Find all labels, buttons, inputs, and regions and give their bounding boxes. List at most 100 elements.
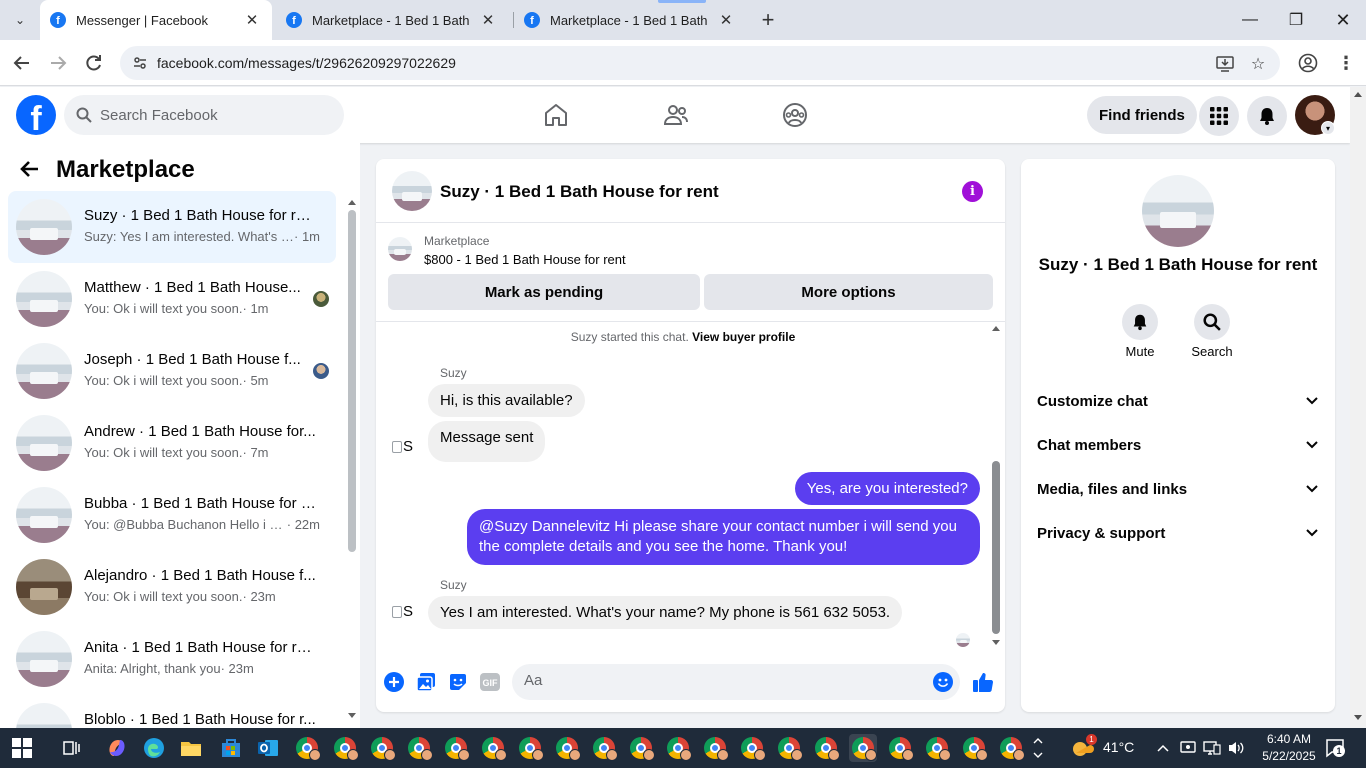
thumbs-up-icon[interactable]: [972, 671, 994, 693]
bookmark-star-icon[interactable]: ☆: [1247, 53, 1269, 75]
facebook-logo-icon[interactable]: f: [16, 95, 56, 135]
conversation-item[interactable]: Joseph · 1 Bed 1 Bath House f... You: Ok…: [8, 335, 336, 407]
page-scrollbar[interactable]: [1350, 87, 1366, 728]
windows-start-icon[interactable]: [12, 738, 32, 758]
chrome-profile-icon[interactable]: [923, 734, 951, 762]
mark-as-pending-button[interactable]: Mark as pending: [388, 274, 700, 310]
chrome-profile-icon[interactable]: [775, 734, 803, 762]
restore-icon[interactable]: ❐: [1284, 8, 1308, 32]
notification-center-icon[interactable]: 1: [1325, 738, 1345, 758]
message-outgoing[interactable]: @Suzy Dannelevitz Hi please share your c…: [467, 509, 980, 565]
chrome-profile-icon[interactable]: [960, 734, 988, 762]
chrome-profile-icon[interactable]: [368, 734, 396, 762]
facebook-search[interactable]: [64, 95, 344, 135]
find-friends-button[interactable]: Find friends: [1087, 96, 1197, 134]
scroll-up-icon[interactable]: [991, 324, 1001, 332]
task-view-icon[interactable]: [58, 734, 86, 762]
back-arrow-icon[interactable]: [20, 158, 40, 186]
privacy-support-row[interactable]: Privacy & support: [1029, 511, 1327, 555]
edge-browser-icon[interactable]: [140, 734, 168, 762]
add-plus-icon[interactable]: [383, 671, 405, 693]
tab-messenger[interactable]: f Messenger | Facebook ✕: [40, 0, 272, 40]
copilot-icon[interactable]: [103, 734, 131, 762]
outlook-icon[interactable]: [254, 734, 282, 762]
menu-grid-icon[interactable]: [1199, 96, 1239, 136]
message-input-box[interactable]: [512, 664, 960, 700]
close-tab-icon[interactable]: ✕: [480, 11, 496, 29]
tab-marketplace-2[interactable]: f Marketplace - 1 Bed 1 Bath Hou ✕: [514, 0, 746, 40]
chrome-profile-icon[interactable]: [442, 734, 470, 762]
file-explorer-icon[interactable]: [177, 734, 205, 762]
mute-button[interactable]: Mute: [1110, 304, 1170, 359]
emoji-icon[interactable]: [932, 671, 954, 693]
conversation-item[interactable]: Anita · 1 Bed 1 Bath House for rent Anit…: [8, 623, 336, 695]
view-buyer-profile-link[interactable]: View buyer profile: [692, 330, 795, 344]
more-options-button[interactable]: More options: [704, 274, 993, 310]
chrome-profile-icon[interactable]: [405, 734, 433, 762]
media-files-links-row[interactable]: Media, files and links: [1029, 467, 1327, 511]
friends-icon[interactable]: [661, 100, 691, 130]
sticker-icon[interactable]: [447, 671, 469, 693]
weather-temperature[interactable]: 41°C: [1103, 739, 1134, 755]
address-bar[interactable]: facebook.com/messages/t/2962620929702262…: [120, 46, 1280, 80]
chrome-profile-icon[interactable]: [553, 734, 581, 762]
tab-marketplace-1[interactable]: f Marketplace - 1 Bed 1 Bath Hou ✕: [276, 0, 508, 40]
chrome-profile-icon[interactable]: [886, 734, 914, 762]
show-hidden-icons-icon[interactable]: [1152, 734, 1174, 762]
message-incoming[interactable]: Hi, is this available?: [428, 384, 585, 417]
chat-avatar[interactable]: [392, 171, 432, 211]
sidebar-scroll-thumb[interactable]: [348, 210, 356, 552]
network-icon[interactable]: [1200, 734, 1224, 762]
chat-scrollbar[interactable]: [991, 324, 1001, 649]
chrome-profile-icon[interactable]: [479, 734, 507, 762]
chrome-profile-icon[interactable]: [331, 734, 359, 762]
chrome-profile-icon[interactable]: [701, 734, 729, 762]
notifications-bell-icon[interactable]: [1247, 96, 1287, 136]
weather-icon[interactable]: 1: [1068, 734, 1097, 762]
chat-title[interactable]: Suzy · 1 Bed 1 Bath House for rent: [440, 182, 719, 202]
chrome-profile-icon-active[interactable]: [849, 734, 877, 762]
conversation-item[interactable]: Matthew · 1 Bed 1 Bath House... You: Ok …: [8, 263, 336, 335]
message-incoming[interactable]: Yes I am interested. What's your name? M…: [428, 596, 903, 629]
chrome-profile-icon[interactable]: [516, 734, 544, 762]
chrome-profile-icon[interactable]: [664, 734, 692, 762]
chat-scroll-thumb[interactable]: [992, 461, 1000, 634]
attach-photo-icon[interactable]: [415, 671, 437, 693]
chrome-profile-icon[interactable]: [812, 734, 840, 762]
conversation-item[interactable]: Andrew · 1 Bed 1 Bath House for... You: …: [8, 407, 336, 479]
new-tab-button[interactable]: +: [757, 7, 779, 32]
message-input[interactable]: [524, 672, 904, 689]
customize-chat-row[interactable]: Customize chat: [1029, 379, 1327, 423]
site-info-icon[interactable]: [132, 55, 148, 71]
forward-icon[interactable]: [46, 51, 70, 75]
contact-avatar[interactable]: [1142, 175, 1214, 247]
close-tab-icon[interactable]: ✕: [244, 11, 260, 29]
tab-search-dropdown-icon[interactable]: ⌄: [8, 8, 32, 32]
chrome-profile-icon[interactable]: [293, 734, 321, 762]
reload-icon[interactable]: [82, 51, 106, 75]
volume-icon[interactable]: [1224, 734, 1248, 762]
minimize-icon[interactable]: —: [1238, 8, 1262, 32]
search-in-conversation-button[interactable]: Search: [1182, 304, 1242, 359]
microsoft-store-icon[interactable]: [217, 734, 245, 762]
chat-members-row[interactable]: Chat members: [1029, 423, 1327, 467]
message-incoming[interactable]: Message sent: [428, 421, 546, 462]
message-outgoing[interactable]: Yes, are you interested?: [794, 472, 980, 505]
conversation-info-icon[interactable]: i: [962, 181, 983, 202]
conversation-item[interactable]: Bloblo · 1 Bed 1 Bath House for r...: [8, 695, 336, 728]
chrome-profile-icon[interactable]: [997, 734, 1025, 762]
taskbar-overflow-icon[interactable]: [1028, 734, 1048, 762]
meet-now-icon[interactable]: [1176, 734, 1200, 762]
account-chevron-down-icon[interactable]: ▾: [1321, 121, 1335, 135]
system-clock[interactable]: 6:40 AM 5/22/2025: [1256, 731, 1322, 765]
scroll-up-icon[interactable]: [348, 198, 356, 206]
conversation-item[interactable]: Suzy · 1 Bed 1 Bath House for rent Suzy:…: [8, 191, 336, 263]
gif-icon[interactable]: GIF: [479, 671, 501, 693]
facebook-search-input[interactable]: [100, 106, 320, 124]
home-icon[interactable]: [541, 100, 571, 130]
conversation-item[interactable]: Alejandro · 1 Bed 1 Bath House f... You:…: [8, 551, 336, 623]
browser-menu-icon[interactable]: ⋮: [1334, 51, 1358, 75]
scroll-down-icon[interactable]: [348, 712, 356, 720]
chrome-profile-icon[interactable]: [590, 734, 618, 762]
close-tab-icon[interactable]: ✕: [718, 11, 734, 29]
